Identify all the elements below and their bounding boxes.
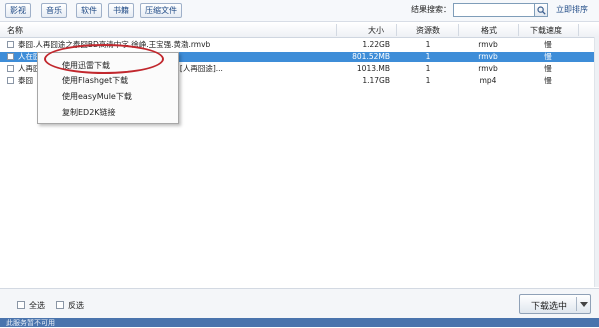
row-size: 1013.MB <box>356 64 390 73</box>
tag-books[interactable]: 书籍 <box>108 3 134 18</box>
column-resources[interactable]: 资源数 <box>416 25 440 36</box>
scrollbar[interactable] <box>594 37 599 287</box>
column-divider[interactable] <box>518 24 519 36</box>
search-input[interactable] <box>453 3 540 17</box>
menu-item-copy-ed2k-link[interactable]: 复制ED2K链接 <box>62 107 116 119</box>
column-speed[interactable]: 下载速度 <box>530 25 562 36</box>
row-checkbox[interactable] <box>7 77 14 84</box>
tag-software[interactable]: 软件 <box>76 3 102 18</box>
invert-selection-checkbox[interactable] <box>56 301 64 309</box>
search-button[interactable] <box>534 3 548 17</box>
row-format: rmvb <box>478 52 498 61</box>
row-resources: 1 <box>425 40 431 49</box>
row-speed: 慢 <box>544 76 552 85</box>
row-format: mp4 <box>479 76 497 85</box>
filter-toolbar: 影视 音乐 软件 书籍 压缩文件 结果搜索： 立即排序 <box>0 0 599 22</box>
chevron-down-icon[interactable] <box>580 302 588 307</box>
select-all-label[interactable]: 全选 <box>29 300 45 311</box>
tag-archives[interactable]: 压缩文件 <box>140 3 182 18</box>
row-size: 801.52MB <box>352 52 390 61</box>
row-resources: 1 <box>425 52 431 61</box>
column-format[interactable]: 格式 <box>481 25 497 36</box>
download-button-label: 下载选中 <box>531 302 568 312</box>
column-header: 名称 大小 资源数 格式 下载速度 <box>0 23 599 38</box>
menu-item-flashget-download[interactable]: 使用Flashget下载 <box>62 75 128 87</box>
search-label: 结果搜索： <box>411 5 451 14</box>
row-resources: 1 <box>425 76 431 85</box>
menu-item-easymule-download[interactable]: 使用easyMule下载 <box>62 91 132 103</box>
row-checkbox[interactable] <box>7 41 14 48</box>
column-divider[interactable] <box>578 24 579 36</box>
sort-now-link[interactable]: 立即排序 <box>556 4 588 15</box>
download-selected-button[interactable]: 下载选中 <box>519 294 591 314</box>
footer-bar: 全选 反选 下载选中 <box>0 288 599 319</box>
button-divider <box>576 297 577 311</box>
row-speed: 慢 <box>544 40 552 49</box>
select-all-checkbox[interactable] <box>17 301 25 309</box>
status-bar: 此服务暂不可用 <box>0 318 599 327</box>
row-format: rmvb <box>478 64 498 73</box>
search-icon <box>537 6 546 15</box>
row-format: rmvb <box>478 40 498 49</box>
row-speed: 慢 <box>544 64 552 73</box>
column-divider[interactable] <box>458 24 459 36</box>
column-divider[interactable] <box>336 24 337 36</box>
row-checkbox[interactable] <box>7 65 14 72</box>
tag-video[interactable]: 影视 <box>5 3 31 18</box>
column-size[interactable]: 大小 <box>368 25 384 36</box>
tag-music[interactable]: 音乐 <box>41 3 67 18</box>
column-name[interactable]: 名称 <box>7 25 23 36</box>
row-speed: 慢 <box>544 52 552 61</box>
row-size: 1.22GB <box>362 40 390 49</box>
row-resources: 1 <box>425 64 431 73</box>
highlight-circle <box>44 44 164 74</box>
row-size: 1.17GB <box>362 76 390 85</box>
row-checkbox[interactable] <box>7 53 14 60</box>
invert-selection-label[interactable]: 反选 <box>68 300 84 311</box>
column-divider[interactable] <box>396 24 397 36</box>
